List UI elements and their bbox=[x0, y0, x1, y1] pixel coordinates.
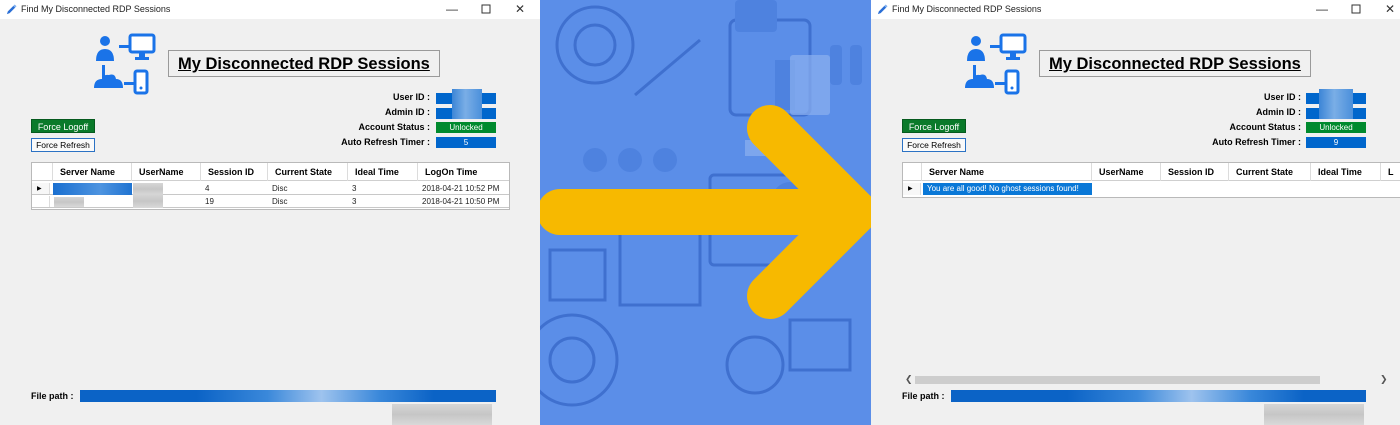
file-path-label: File path : bbox=[31, 391, 74, 401]
auto-refresh-value: 5 bbox=[436, 137, 496, 148]
right-app-window: Find My Disconnected RDP Sessions — ✕ My… bbox=[871, 0, 1400, 425]
admin-id-label: Admin ID : bbox=[385, 107, 430, 117]
close-icon[interactable]: ✕ bbox=[512, 2, 528, 16]
row-pointer-icon: ▶ bbox=[37, 186, 42, 192]
server-name-redaction bbox=[54, 197, 84, 207]
title-bar: Find My Disconnected RDP Sessions — ✕ bbox=[0, 0, 540, 19]
column-username[interactable]: UserName bbox=[1092, 163, 1161, 181]
grid-corner bbox=[32, 163, 53, 181]
network-users-icon bbox=[965, 33, 1027, 95]
cell-logon-time: 2018-04-21 10:50 PM bbox=[422, 197, 500, 206]
maximize-icon[interactable] bbox=[478, 2, 494, 16]
column-session-id[interactable]: Session ID bbox=[201, 163, 268, 181]
cell-session-id: 4 bbox=[205, 184, 210, 193]
file-path-value bbox=[951, 390, 1366, 402]
column-logon-time[interactable]: L bbox=[1381, 163, 1400, 181]
column-username[interactable]: UserName bbox=[132, 163, 201, 181]
title-bar: Find My Disconnected RDP Sessions — ✕ bbox=[871, 0, 1400, 19]
footer-redaction bbox=[392, 404, 492, 425]
window-title: Find My Disconnected RDP Sessions bbox=[21, 4, 171, 14]
cell-current-state: Disc bbox=[272, 184, 288, 193]
user-id-label: User ID : bbox=[1263, 92, 1301, 102]
row-header: ▶ bbox=[32, 183, 50, 194]
force-refresh-button[interactable]: Force Refresh bbox=[31, 138, 95, 152]
pencil-app-icon bbox=[877, 4, 888, 15]
heading-frame: My Disconnected RDP Sessions bbox=[168, 50, 440, 77]
sessions-grid[interactable]: Server Name UserName Session ID Current … bbox=[902, 162, 1400, 198]
user-id-label: User ID : bbox=[392, 92, 430, 102]
sessions-grid[interactable]: Server Name UserName Session ID Current … bbox=[31, 162, 510, 210]
no-sessions-message: You are all good! No ghost sessions foun… bbox=[923, 183, 1092, 195]
scroll-left-icon[interactable]: ❮ bbox=[905, 374, 913, 385]
cell-ideal-time: 3 bbox=[352, 184, 357, 193]
minimize-icon[interactable]: — bbox=[1314, 2, 1330, 16]
column-logon-time[interactable]: LogOn Time bbox=[418, 163, 509, 181]
username-redaction bbox=[133, 194, 163, 208]
admin-id-redaction bbox=[1319, 104, 1353, 119]
row-header bbox=[32, 196, 50, 207]
auto-refresh-label: Auto Refresh Timer : bbox=[1212, 137, 1301, 147]
scrollbar-thumb[interactable] bbox=[915, 376, 1320, 384]
heading-frame: My Disconnected RDP Sessions bbox=[1039, 50, 1311, 77]
admin-id-label: Admin ID : bbox=[1256, 107, 1301, 117]
page-title: My Disconnected RDP Sessions bbox=[178, 55, 430, 73]
grid-corner bbox=[903, 163, 922, 181]
cell-session-id: 19 bbox=[205, 197, 214, 206]
file-path-value bbox=[80, 390, 496, 402]
admin-id-redaction bbox=[452, 104, 482, 119]
window-title: Find My Disconnected RDP Sessions bbox=[892, 4, 1042, 14]
column-current-state[interactable]: Current State bbox=[1229, 163, 1311, 181]
left-app-window: Find My Disconnected RDP Sessions — ✕ My… bbox=[0, 0, 540, 425]
force-logoff-button[interactable]: Force Logoff bbox=[902, 119, 966, 133]
server-name-redaction bbox=[53, 183, 132, 195]
minimize-icon[interactable]: — bbox=[444, 2, 460, 16]
page-title: My Disconnected RDP Sessions bbox=[1049, 55, 1301, 73]
column-server-name[interactable]: Server Name bbox=[922, 163, 1092, 181]
account-status-label: Account Status : bbox=[358, 122, 430, 132]
account-status-value: Unlocked bbox=[436, 122, 496, 133]
column-ideal-time[interactable]: Ideal Time bbox=[348, 163, 418, 181]
force-logoff-button[interactable]: Force Logoff bbox=[31, 119, 95, 133]
grid-header: Server Name UserName Session ID Current … bbox=[32, 163, 509, 181]
maximize-icon[interactable] bbox=[1348, 2, 1364, 16]
cell-logon-time: 2018-04-21 10:52 PM bbox=[422, 184, 500, 193]
close-icon[interactable]: ✕ bbox=[1382, 2, 1398, 16]
auto-refresh-value: 9 bbox=[1306, 137, 1366, 148]
row-header: ▶ bbox=[903, 183, 921, 195]
file-path-label: File path : bbox=[902, 391, 945, 401]
row-pointer-icon: ▶ bbox=[908, 186, 913, 192]
column-current-state[interactable]: Current State bbox=[268, 163, 348, 181]
horizontal-scrollbar[interactable]: ❮ ❯ bbox=[902, 374, 1389, 385]
column-server-name[interactable]: Server Name bbox=[53, 163, 132, 181]
cell-current-state: Disc bbox=[272, 197, 288, 206]
footer-redaction bbox=[1264, 404, 1364, 425]
account-status-value: Unlocked bbox=[1306, 122, 1366, 133]
cell-ideal-time: 3 bbox=[352, 197, 357, 206]
transition-banner bbox=[540, 0, 871, 425]
account-status-label: Account Status : bbox=[1229, 122, 1301, 132]
auto-refresh-label: Auto Refresh Timer : bbox=[341, 137, 430, 147]
scroll-right-icon[interactable]: ❯ bbox=[1380, 374, 1388, 385]
table-row[interactable]: ▶ 4 Disc 3 2018-04-21 10:52 PM bbox=[32, 183, 509, 195]
network-users-icon bbox=[94, 33, 156, 95]
pencil-app-icon bbox=[6, 4, 17, 15]
grid-header: Server Name UserName Session ID Current … bbox=[903, 163, 1400, 181]
table-row[interactable]: ▶ You are all good! No ghost sessions fo… bbox=[903, 183, 1400, 195]
column-session-id[interactable]: Session ID bbox=[1161, 163, 1229, 181]
column-ideal-time[interactable]: Ideal Time bbox=[1311, 163, 1381, 181]
force-refresh-button[interactable]: Force Refresh bbox=[902, 138, 966, 152]
background-illustration bbox=[540, 0, 871, 407]
table-row[interactable]: 19 Disc 3 2018-04-21 10:50 PM bbox=[32, 194, 509, 208]
